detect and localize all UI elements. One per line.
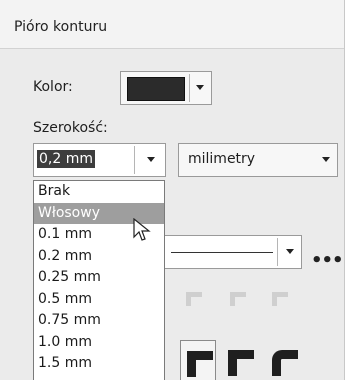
list-item[interactable]: 0.5 mm	[34, 289, 164, 311]
selected-cap-button[interactable]	[180, 340, 216, 380]
color-label: Kolor:	[33, 79, 73, 95]
divider	[277, 238, 278, 266]
unit-select[interactable]: milimetry	[178, 143, 338, 177]
width-label: Szerokość:	[33, 120, 108, 136]
outline-pen-dialog: Pióro konturu Kolor: Szerokość: 0,2 mm m…	[0, 0, 345, 380]
ellipsis-icon[interactable]: •••	[311, 250, 344, 271]
list-item[interactable]: 0.2 mm	[34, 246, 164, 268]
unit-value: milimetry	[188, 151, 256, 167]
list-item[interactable]: 0.25 mm	[34, 267, 164, 289]
divider	[134, 146, 135, 174]
square-cap-icon[interactable]	[272, 350, 298, 376]
chevron-down-icon	[196, 85, 204, 90]
round-cap-icon[interactable]	[228, 350, 254, 376]
chevron-down-icon	[322, 157, 330, 162]
color-picker-button[interactable]	[120, 71, 212, 105]
list-item[interactable]: 1.5 mm	[34, 353, 164, 375]
chevron-down-icon	[286, 249, 294, 254]
butt-cap-icon	[187, 351, 213, 377]
round-corner-icon	[230, 292, 246, 306]
cursor-pointer-icon	[133, 218, 151, 241]
chevron-down-icon	[147, 157, 155, 162]
divider	[189, 74, 190, 102]
width-dropdown-list[interactable]: Brak Włosowy 0.1 mm 0.2 mm 0.25 mm 0.5 m…	[33, 180, 165, 380]
title-bar: Pióro konturu	[0, 0, 344, 49]
list-item[interactable]: 1.0 mm	[34, 332, 164, 354]
line-style-select[interactable]	[150, 235, 302, 269]
list-item[interactable]: 0.75 mm	[34, 310, 164, 332]
bevel-corner-icon	[272, 292, 288, 306]
line-style-preview	[171, 252, 273, 253]
color-swatch	[127, 77, 185, 101]
miter-corner-icon	[186, 292, 202, 306]
list-item[interactable]: Brak	[34, 181, 164, 203]
width-combobox[interactable]: 0,2 mm	[33, 143, 166, 177]
dialog-title: Pióro konturu	[14, 19, 108, 35]
width-value[interactable]: 0,2 mm	[37, 150, 95, 168]
